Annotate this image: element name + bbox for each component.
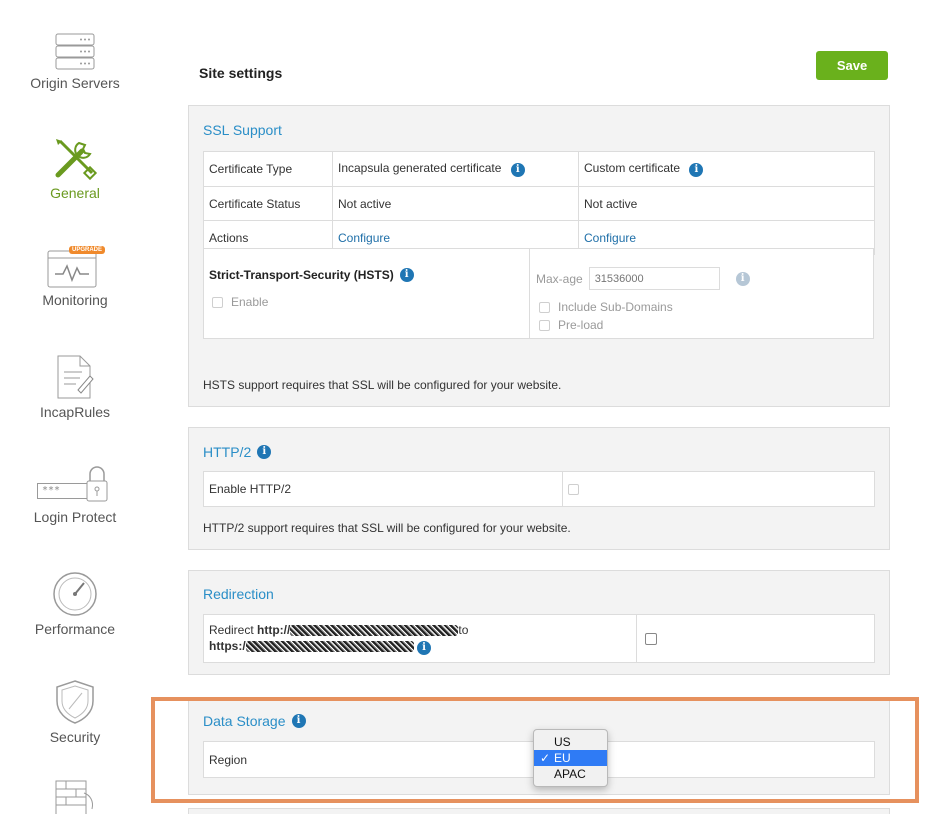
sidebar-item-label: General (50, 185, 100, 201)
redirect-line-2: https:/ i (209, 638, 631, 655)
redacted-domain (290, 625, 459, 637)
firewall-icon (55, 780, 93, 814)
maxage-label: Max-age (536, 271, 583, 286)
redirection-panel: Redirection Redirect http:// to https:/ i (188, 570, 890, 675)
sidebar-item-label: Performance (34, 621, 116, 637)
redirect-checkbox-cell (636, 614, 875, 663)
table-row: Redirect http:// to https:/ i (203, 614, 875, 663)
tools-icon (55, 139, 98, 181)
redirect-line-1: Redirect http:// to (209, 622, 631, 638)
configure-custom-link[interactable]: Configure (584, 231, 636, 245)
ssl-table: Certificate Type Incapsula generated cer… (203, 151, 875, 255)
hsts-note: HSTS support requires that SSL will be c… (203, 378, 562, 392)
region-select-dropdown[interactable]: US ✓ EU APAC (533, 729, 608, 787)
custom-cert-label: Custom certificate (584, 161, 681, 175)
ssl-support-title-text: SSL Support (203, 122, 282, 138)
ssl-status-value: Not active (578, 186, 875, 221)
http2-title: HTTP/2 i (203, 444, 272, 460)
incapsula-cert-label: Incapsula generated certificate (338, 161, 502, 175)
hsts-enable-checkbox[interactable] (212, 296, 223, 308)
sidebar-item-monitoring[interactable]: UPGRADE Monitoring (0, 246, 150, 308)
info-icon[interactable]: i (735, 271, 750, 286)
redirect-checkbox[interactable] (645, 633, 657, 646)
region-option-us[interactable]: US (534, 734, 607, 750)
sidebar-item-firewall[interactable] (0, 779, 150, 814)
redirection-title-text: Redirection (203, 586, 274, 602)
include-subdomains-label: Include Sub-Domains (558, 300, 673, 314)
lock-icon (86, 466, 108, 502)
redirect-to: to (458, 623, 469, 637)
redirection-table: Redirect http:// to https:/ i (203, 614, 875, 663)
hsts-enable-row: Enable (212, 295, 268, 309)
redirect-https-scheme: https:/ (209, 639, 246, 653)
configure-incapsula-link[interactable]: Configure (338, 231, 390, 245)
table-row: Certificate Status Not active Not active (203, 186, 875, 221)
ssl-cell: Custom certificate i (578, 151, 875, 187)
hsts-title-text: Strict-Transport-Security (HSTS) (209, 268, 394, 282)
info-icon[interactable]: i (510, 163, 525, 177)
sidebar-item-label: IncapRules (39, 404, 111, 420)
ssl-status-value: Not active (332, 186, 579, 221)
http2-title-text: HTTP/2 (203, 444, 252, 460)
sidebar-item-general[interactable]: General (0, 135, 150, 201)
monitoring-icon (47, 250, 97, 288)
region-option-eu[interactable]: ✓ EU (534, 750, 607, 766)
sidebar-item-performance[interactable]: Performance (0, 571, 150, 637)
speedometer-icon (53, 572, 97, 616)
check-icon: ✓ (540, 751, 551, 765)
info-icon[interactable]: i (689, 163, 704, 177)
maxage-row: Max-age i (536, 267, 750, 290)
http2-panel: HTTP/2 i Enable HTTP/2 HTTP/2 support re… (188, 427, 890, 550)
hsts-left: Strict-Transport-Security (HSTS) i Enabl… (204, 249, 530, 338)
sidebar-item-label: Monitoring (42, 292, 108, 308)
sidebar-item-origin-servers[interactable]: Origin Servers (0, 33, 150, 91)
redirect-http-scheme: http:// (257, 623, 291, 637)
sidebar-item-incaprules[interactable]: IncapRules (0, 354, 150, 420)
table-row: Certificate Type Incapsula generated cer… (203, 151, 875, 187)
sidebar-item-security[interactable]: Security (0, 679, 150, 745)
info-icon[interactable]: i (257, 445, 272, 459)
sidebar-item-label: Origin Servers (30, 75, 120, 91)
info-icon[interactable]: i (417, 641, 431, 655)
password-mask: *** (42, 485, 61, 496)
table-row: Enable HTTP/2 (203, 471, 875, 507)
http2-checkbox-cell (562, 471, 875, 507)
include-subdomains-checkbox[interactable] (539, 301, 550, 313)
redacted-domain (245, 641, 414, 653)
hsts-enable-label: Enable (231, 295, 269, 309)
save-button[interactable]: Save (816, 51, 888, 80)
hsts-box: Strict-Transport-Security (HSTS) i Enabl… (203, 248, 874, 339)
preload-label: Pre-load (558, 318, 604, 332)
preload-row: Pre-load (539, 318, 603, 332)
http2-enable-checkbox[interactable] (568, 484, 579, 496)
include-subdomains-row: Include Sub-Domains (539, 300, 673, 314)
http2-table: Enable HTTP/2 (203, 471, 875, 507)
ssl-support-title: SSL Support (203, 122, 282, 138)
ssl-row-label: Certificate Type (203, 151, 333, 187)
server-icon (55, 33, 95, 70)
region-option-apac[interactable]: APAC (534, 766, 607, 782)
http2-enable-label: Enable HTTP/2 (203, 471, 563, 507)
maxage-input[interactable] (588, 267, 720, 290)
next-panel (188, 808, 890, 814)
hsts-title: Strict-Transport-Security (HSTS) i (209, 268, 414, 282)
page-title: Site settings (199, 65, 283, 81)
sidebar-item-login-protect[interactable]: *** Login Protect (0, 465, 150, 525)
http2-note: HTTP/2 support requires that SSL will be… (203, 521, 571, 535)
sidebar-item-label: Login Protect (33, 509, 117, 525)
sidebar-item-label: Security (49, 729, 101, 745)
info-icon[interactable]: i (399, 268, 414, 282)
upgrade-badge[interactable]: UPGRADE (68, 246, 105, 254)
redirect-description: Redirect http:// to https:/ i (203, 614, 637, 663)
ssl-cell: Incapsula generated certificate i (332, 151, 579, 187)
password-lock-icon: *** (37, 465, 113, 505)
ssl-row-label: Certificate Status (203, 186, 333, 221)
redirect-prefix: Redirect (209, 623, 258, 637)
shield-icon (56, 680, 94, 724)
document-edit-icon (57, 355, 94, 399)
redirection-title: Redirection (203, 586, 274, 602)
ssl-support-panel: SSL Support Certificate Type Incapsula g… (188, 105, 890, 407)
preload-checkbox[interactable] (539, 319, 550, 331)
